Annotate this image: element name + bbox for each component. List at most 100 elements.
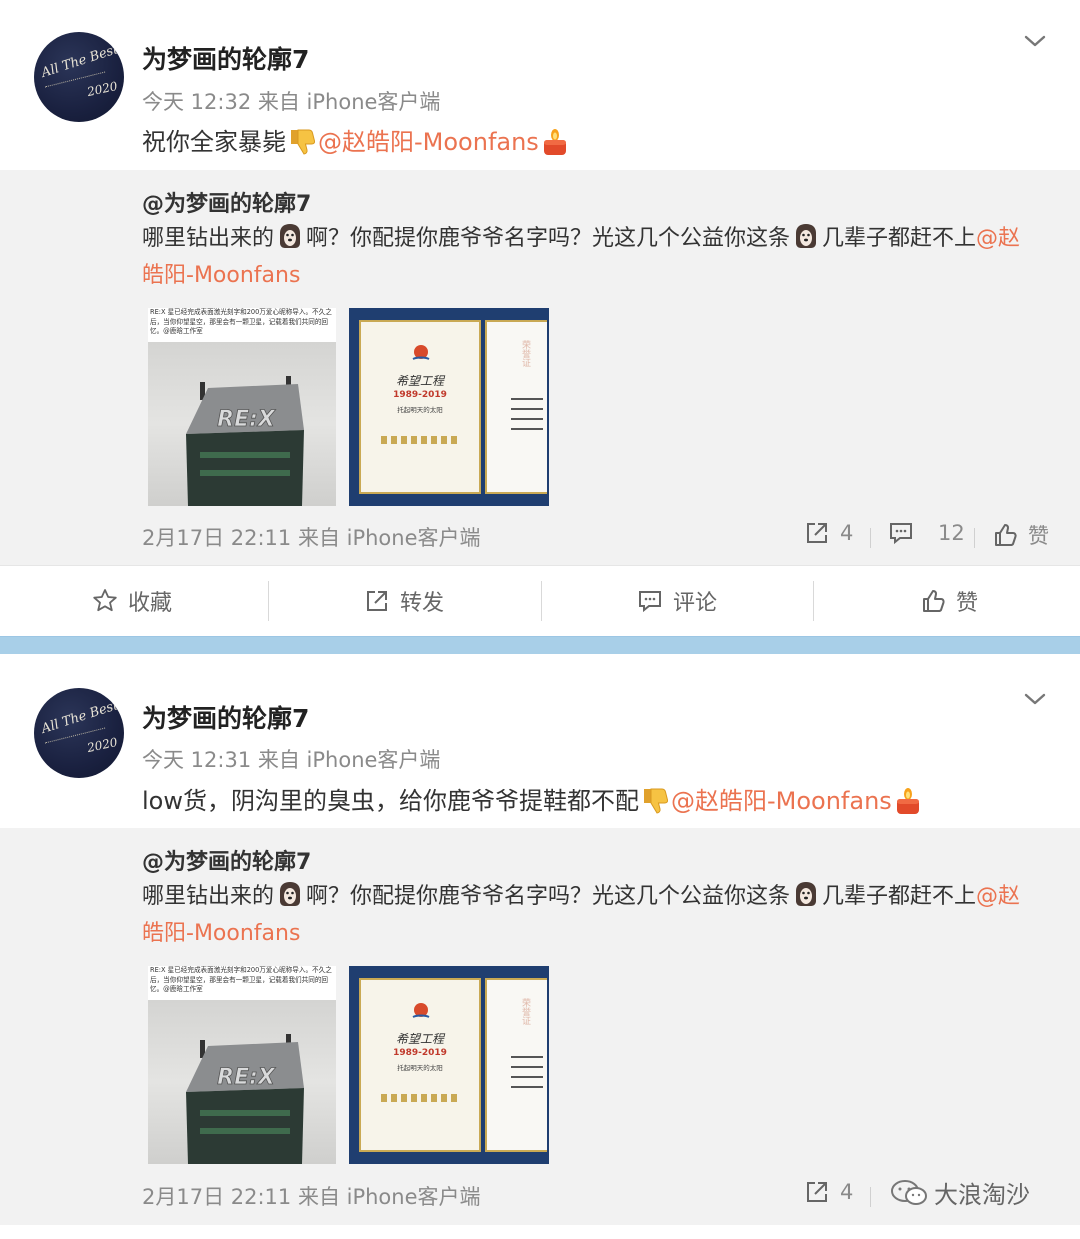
- divider: [870, 528, 871, 548]
- comment-count[interactable]: 12: [888, 520, 965, 546]
- forward-button[interactable]: 转发: [364, 566, 444, 636]
- repost-footer: 2月17日 22:11 来自 iPhone客户端 4 12 赞: [142, 516, 1080, 556]
- wechat-icon: [891, 1179, 927, 1205]
- post-text-body: low货，阴沟里的臭虫，给你鹿爷爷提鞋都不配: [142, 787, 639, 815]
- certificate-right-page: 荣誉证: [485, 320, 547, 494]
- thumbnail-caption: RE:X 星已经完成表面激光刻字和200万爱心昵称导入。不久之后，当你仰望星空，…: [150, 966, 332, 993]
- certificate-years: 1989-2019: [393, 1048, 447, 1058]
- certificate-subtitle: 托起明天的太阳: [397, 1064, 443, 1072]
- post-text: 祝你全家暴毙 @赵皓阳-Moonfans: [142, 122, 571, 157]
- share-icon: [807, 1182, 827, 1202]
- satellite-icon: RE:X: [186, 376, 304, 506]
- repost-text-part: 啊？你配提你鹿爷爷名字吗？光这几个公益你这条: [306, 226, 791, 251]
- rex-logo: RE:X: [217, 1065, 276, 1090]
- dog-emoji-icon: [796, 224, 817, 248]
- thumbnail-caption: RE:X 星已经完成表面激光刻字和200万爱心昵称导入。不久之后，当你仰望星空，…: [150, 308, 332, 335]
- post-card: All The Best 2020 为梦画的轮廓7 今天 12:32 来自 iP…: [0, 0, 1080, 565]
- candle-emoji-icon: [896, 788, 919, 814]
- action-bar: 收藏 转发 评论 赞: [0, 565, 1080, 635]
- avatar[interactable]: All The Best 2020: [34, 32, 124, 122]
- username[interactable]: 为梦画的轮廓7: [142, 699, 309, 735]
- repost-box[interactable]: @为梦画的轮廓7 哪里钻出来的 啊？你配提你鹿爷爷名字吗？光这几个公益你这条 几辈子…: [0, 828, 1080, 1225]
- like-label: 赞: [1028, 524, 1049, 548]
- repost-text: 哪里钻出来的 啊？你配提你鹿爷爷名字吗？光这几个公益你这条 几辈子都赶不上@赵皓阳-…: [142, 220, 1042, 294]
- certificate-subtitle: 托起明天的太阳: [397, 406, 443, 414]
- satellite-photo: RE:X: [148, 342, 336, 506]
- satellite-photo: RE:X: [148, 1000, 336, 1164]
- repost-time: 2月17日 22:11 来自 iPhone客户端: [142, 1185, 481, 1209]
- certificate-seal-text: 荣誉证: [520, 340, 530, 367]
- like-count[interactable]: 赞: [992, 520, 1049, 550]
- image-thumbnail-satellite[interactable]: RE:X 星已经完成表面激光刻字和200万爱心昵称导入。不久之后，当你仰望星空，…: [148, 966, 336, 1164]
- comment-label: 评论: [673, 591, 718, 616]
- username[interactable]: 为梦画的轮廓7: [142, 40, 309, 76]
- repost-username[interactable]: @为梦画的轮廓7: [142, 186, 311, 218]
- mention-link[interactable]: @赵皓阳-Moonfans: [318, 128, 539, 156]
- mention-link[interactable]: @赵皓阳-Moonfans: [671, 787, 892, 815]
- like-button[interactable]: 赞: [920, 566, 978, 636]
- repost-text-part: 啊？你配提你鹿爷爷名字吗？光这几个公益你这条: [306, 884, 791, 909]
- dog-emoji-icon: [796, 882, 817, 906]
- rex-logo: RE:X: [217, 407, 276, 432]
- section-divider: [0, 636, 1080, 654]
- thumbs-up-icon: [995, 524, 1017, 546]
- comment-button[interactable]: 评论: [637, 566, 717, 636]
- repost-username[interactable]: @为梦画的轮廓7: [142, 844, 311, 876]
- repost-count-value: 4: [840, 1180, 854, 1204]
- certificate-left-page: 希望工程 1989-2019 托起明天的太阳: [359, 320, 481, 494]
- post-meta: 今天 12:31 来自 iPhone客户端: [142, 748, 441, 772]
- avatar-year: 2020: [86, 78, 120, 100]
- like-label: 赞: [956, 591, 979, 616]
- comment-icon: [890, 523, 912, 545]
- certificate-title: 希望工程: [395, 1032, 444, 1046]
- post-header: All The Best 2020 为梦画的轮廓7 今天 12:32 来自 iP…: [0, 0, 1080, 170]
- divider: [974, 528, 975, 548]
- repost-text-part: 哪里钻出来的: [142, 226, 275, 251]
- chevron-down-icon[interactable]: [1024, 30, 1046, 52]
- divider: [870, 1187, 871, 1207]
- satellite-icon: RE:X: [186, 1034, 304, 1164]
- dog-emoji-icon: [280, 882, 301, 906]
- post-header: All The Best 2020 为梦画的轮廓7 今天 12:31 来自 iP…: [0, 655, 1080, 828]
- favorite-button[interactable]: 收藏: [92, 566, 172, 636]
- repost-count[interactable]: 4: [804, 1179, 853, 1205]
- comment-count-value: 12: [938, 521, 965, 545]
- dog-emoji-icon: [280, 224, 301, 248]
- certificate-gold-text: [381, 436, 459, 444]
- repost-count[interactable]: 4: [804, 520, 853, 546]
- candle-emoji-icon: [543, 129, 566, 155]
- sun-emblem-icon: [412, 345, 430, 360]
- certificate-lines: [511, 398, 543, 438]
- certificate-seal-text: 荣誉证: [520, 998, 530, 1025]
- post-text-body: 祝你全家暴毙: [142, 128, 286, 156]
- certificate-lines: [511, 1056, 543, 1096]
- star-icon: [93, 589, 117, 612]
- divider: [268, 581, 269, 621]
- repost-count-value: 4: [840, 521, 854, 545]
- certificate-left-page: 希望工程 1989-2019 托起明天的太阳: [359, 978, 481, 1152]
- sun-emblem-icon: [412, 1003, 430, 1018]
- comment-icon: [639, 591, 661, 613]
- post-text: low货，阴沟里的臭虫，给你鹿爷爷提鞋都不配 @赵皓阳-Moonfans: [142, 781, 924, 816]
- avatar-year: 2020: [86, 734, 120, 756]
- thumbs-down-emoji-icon: [291, 129, 316, 155]
- post-card: All The Best 2020 为梦画的轮廓7 今天 12:31 来自 iP…: [0, 655, 1080, 1225]
- thumbs-down-emoji-icon: [643, 788, 669, 814]
- repost-box[interactable]: @为梦画的轮廓7 哪里钻出来的 啊？你配提你鹿爷爷名字吗？光这几个公益你这条 几辈子…: [0, 170, 1080, 565]
- image-thumbnail-certificate[interactable]: 希望工程 1989-2019 托起明天的太阳 荣誉证: [349, 966, 549, 1164]
- favorite-label: 收藏: [128, 591, 173, 616]
- chevron-down-icon[interactable]: [1024, 688, 1046, 710]
- share-icon: [367, 591, 387, 611]
- avatar-text: All The Best: [39, 698, 121, 737]
- divider: [813, 581, 814, 621]
- image-thumbnail-certificate[interactable]: 希望工程 1989-2019 托起明天的太阳 荣誉证: [349, 308, 549, 506]
- watermark-text: 大浪淘沙: [934, 1181, 1030, 1209]
- certificate-gold-text: [381, 1094, 459, 1102]
- certificate-title: 希望工程: [395, 374, 444, 388]
- image-thumbnail-satellite[interactable]: RE:X 星已经完成表面激光刻字和200万爱心昵称导入。不久之后，当你仰望星空，…: [148, 308, 336, 506]
- forward-label: 转发: [400, 591, 445, 616]
- share-icon: [807, 523, 827, 543]
- watermark: 大浪淘沙: [890, 1175, 1030, 1210]
- post-meta: 今天 12:32 来自 iPhone客户端: [142, 90, 441, 114]
- avatar[interactable]: All The Best 2020: [34, 688, 124, 778]
